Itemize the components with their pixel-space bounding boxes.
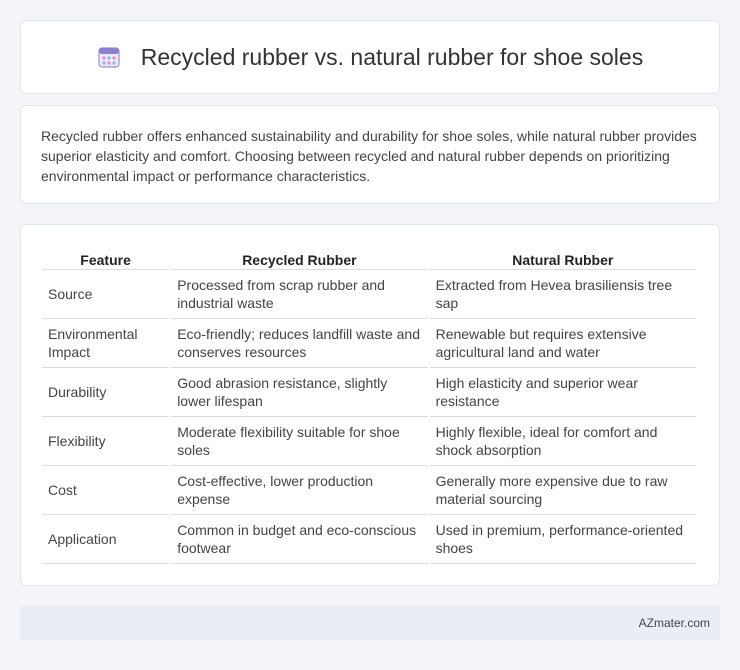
column-header-recycled: Recycled Rubber <box>171 243 428 270</box>
calendar-icon <box>97 45 121 69</box>
table-row: Environmental Impact Eco-friendly; reduc… <box>42 319 696 368</box>
recycled-cell: Processed from scrap rubber and industri… <box>171 270 428 319</box>
natural-cell: Used in premium, performance-oriented sh… <box>429 515 696 564</box>
feature-cell: Environmental Impact <box>42 319 170 368</box>
comparison-table: Feature Recycled Rubber Natural Rubber S… <box>40 243 698 564</box>
table-row: Durability Good abrasion resistance, sli… <box>42 368 696 417</box>
column-header-feature: Feature <box>42 243 170 270</box>
footer-bar: AZmater.com <box>20 606 720 640</box>
recycled-cell: Eco-friendly; reduces landfill waste and… <box>171 319 428 368</box>
feature-cell: Application <box>42 515 170 564</box>
feature-cell: Flexibility <box>42 417 170 466</box>
table-row: Flexibility Moderate flexibility suitabl… <box>42 417 696 466</box>
footer-brand-link[interactable]: AZmater.com <box>639 616 710 630</box>
page-title: Recycled rubber vs. natural rubber for s… <box>140 43 644 70</box>
column-header-natural: Natural Rubber <box>429 243 696 270</box>
feature-cell: Cost <box>42 466 170 515</box>
summary-text: Recycled rubber offers enhanced sustaina… <box>41 128 697 184</box>
natural-cell: Renewable but requires extensive agricul… <box>429 319 696 368</box>
natural-cell: High elasticity and superior wear resist… <box>429 368 696 417</box>
feature-cell: Source <box>42 270 170 319</box>
summary-card: Recycled rubber offers enhanced sustaina… <box>20 105 720 204</box>
natural-cell: Generally more expensive due to raw mate… <box>429 466 696 515</box>
feature-cell: Durability <box>42 368 170 417</box>
natural-cell: Highly flexible, ideal for comfort and s… <box>429 417 696 466</box>
recycled-cell: Moderate flexibility suitable for shoe s… <box>171 417 428 466</box>
title-card: Recycled rubber vs. natural rubber for s… <box>20 20 720 94</box>
recycled-cell: Common in budget and eco-conscious footw… <box>171 515 428 564</box>
recycled-cell: Cost-effective, lower production expense <box>171 466 428 515</box>
table-row: Cost Cost-effective, lower production ex… <box>42 466 696 515</box>
table-row: Application Common in budget and eco-con… <box>42 515 696 564</box>
table-header-row: Feature Recycled Rubber Natural Rubber <box>42 243 696 270</box>
recycled-cell: Good abrasion resistance, slightly lower… <box>171 368 428 417</box>
comparison-table-card: Feature Recycled Rubber Natural Rubber S… <box>20 224 720 586</box>
natural-cell: Extracted from Hevea brasiliensis tree s… <box>429 270 696 319</box>
table-row: Source Processed from scrap rubber and i… <box>42 270 696 319</box>
